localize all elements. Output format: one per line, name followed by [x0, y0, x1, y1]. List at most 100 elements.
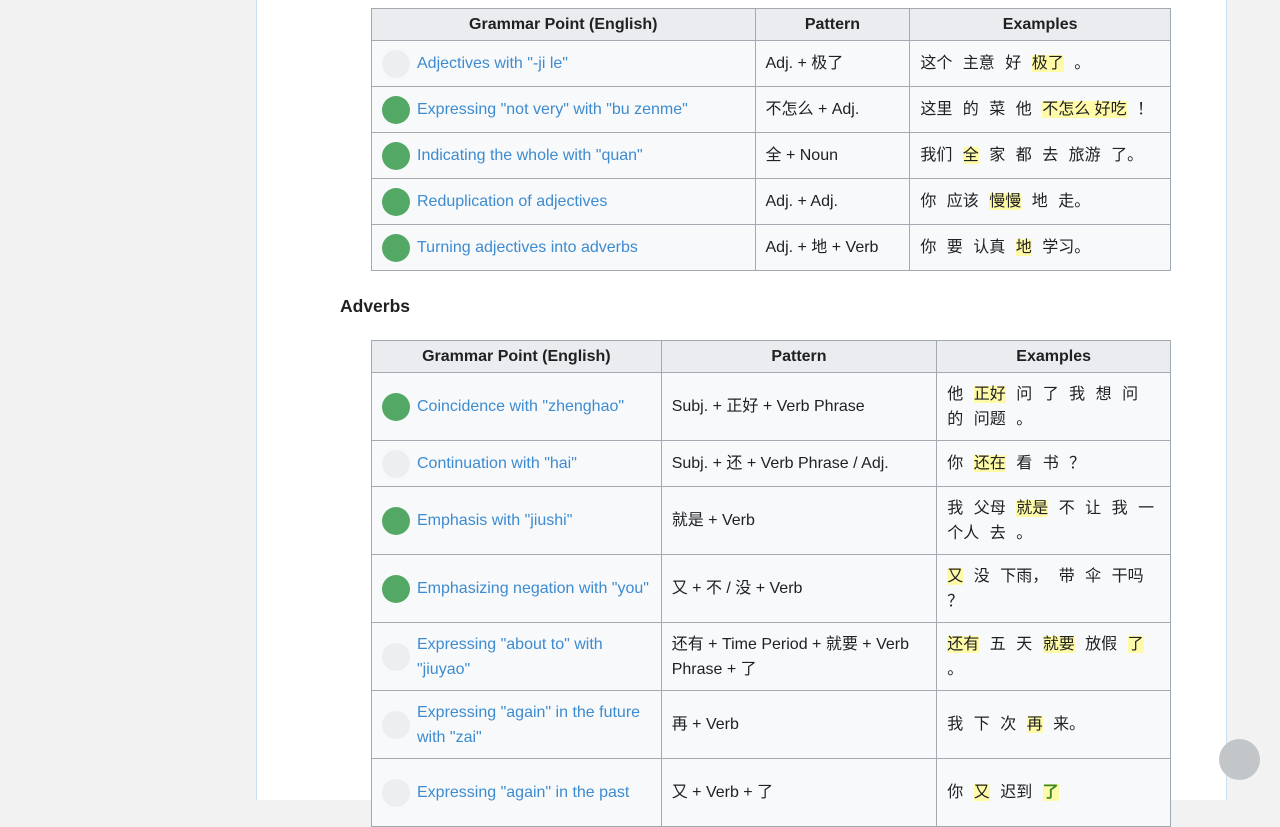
- grammar-point-link[interactable]: Emphasizing negation with "you": [417, 576, 649, 601]
- grammar-point-link[interactable]: Turning adjectives into adverbs: [417, 235, 638, 260]
- example-cell: 他 正好 问 了 我 想 问 的 问题 。: [936, 372, 1171, 441]
- example-word: ！: [1137, 101, 1154, 118]
- example-cell: 又 没 下雨， 带 伞 干吗 ？: [936, 554, 1171, 623]
- example-word: 。: [1016, 524, 1033, 542]
- grammar-point-link[interactable]: Indicating the whole with "quan": [417, 143, 643, 168]
- pattern-cell: Adj. + Adj.: [754, 178, 911, 225]
- grammar-point-cell: Indicating the whole with "quan": [371, 132, 756, 179]
- example-word: 他: [947, 385, 964, 403]
- example-word: 问: [1016, 385, 1033, 403]
- grammar-point-wrapper: Expressing "again" in the future with "z…: [382, 700, 651, 750]
- example-word: 你: [920, 193, 937, 210]
- pattern-cell: Adj. + 地 + Verb: [754, 224, 911, 271]
- header-pattern: Pattern: [754, 8, 911, 41]
- table-row: Adjectives with "-ji le" Adj. + 极了 这个 主意 好…: [371, 40, 1171, 87]
- example-word: ？: [947, 592, 964, 610]
- example-word: 地: [1031, 193, 1048, 210]
- example-word: 下雨，: [1000, 567, 1049, 585]
- example-word: 来。: [1053, 716, 1086, 733]
- example-word: 想: [1095, 385, 1112, 403]
- example-word: 要: [946, 239, 963, 256]
- grammar-point-link[interactable]: Adjectives with "-ji le": [417, 51, 568, 76]
- example-word: 伞: [1085, 567, 1102, 585]
- example-cell: 你 又 迟到 了: [936, 758, 1171, 827]
- grammar-point-cell: Continuation with "hai": [371, 440, 662, 487]
- example-word: 应该: [946, 193, 979, 210]
- grammar-point-link[interactable]: Expressing "again" in the future with "z…: [417, 700, 651, 750]
- incomplete-status-icon: [382, 449, 410, 478]
- table-row: Expressing "about to" with "jiuyao" 还有 + …: [371, 622, 1171, 691]
- example-word: 我: [947, 499, 964, 517]
- example-word: 我: [947, 716, 964, 733]
- table-header-row: Grammar Point (English) Pattern Examples: [371, 340, 1171, 373]
- highlighted-word: 就是: [1016, 499, 1049, 517]
- example-word: 他: [1015, 101, 1032, 118]
- grammar-point-link[interactable]: Coincidence with "zhenghao": [417, 394, 624, 419]
- completed-status-icon: [382, 506, 410, 535]
- example-word: 天: [1016, 635, 1033, 653]
- highlighted-word: 就要: [1042, 635, 1075, 653]
- pattern-cell: 不怎么 + Adj.: [754, 86, 911, 133]
- grammar-point-link[interactable]: Continuation with "hai": [417, 451, 577, 476]
- example-word: 。: [1074, 55, 1091, 72]
- example-word: 都: [1015, 147, 1032, 164]
- grammar-point-cell: Emphasizing negation with "you": [371, 554, 662, 623]
- pattern-cell: Subj. + 正好 + Verb Phrase: [660, 372, 938, 441]
- grammar-point-wrapper: Expressing "again" in the past: [382, 778, 651, 807]
- grammar-point-link[interactable]: Expressing "about to" with "jiuyao": [417, 632, 651, 682]
- grammar-point-cell: Expressing "not very" with "bu zenme": [371, 86, 756, 133]
- grammar-point-link[interactable]: Reduplication of adjectives: [417, 189, 607, 214]
- table-header-row: Grammar Point (English) Pattern Examples: [371, 8, 1171, 41]
- scroll-to-top-button[interactable]: [1219, 739, 1260, 780]
- grammar-point-link[interactable]: Expressing "not very" with "bu zenme": [417, 97, 688, 122]
- example-word: 家: [989, 147, 1006, 164]
- highlighted-word: 还有: [947, 635, 980, 653]
- example-word: 去: [1042, 147, 1059, 164]
- table-row: Expressing "again" in the past 又 + Verb +…: [371, 758, 1171, 827]
- section-heading-adverbs: Adverbs: [340, 296, 411, 316]
- highlighted-word: 极了: [1031, 55, 1064, 72]
- table-row: Emphasizing negation with "you" 又 + 不 / 没…: [371, 554, 1171, 623]
- example-word: 你: [947, 455, 964, 472]
- example-word: 去: [989, 524, 1006, 542]
- grammar-point-cell: Expressing "again" in the past: [371, 758, 662, 827]
- example-cell: 这里 的 菜 他 不怎么 好吃 ！: [909, 86, 1171, 133]
- grammar-point-wrapper: Expressing "not very" with "bu zenme": [382, 95, 745, 124]
- example-word: 五: [989, 635, 1006, 653]
- pattern-cell: 又 + 不 / 没 + Verb: [660, 554, 938, 623]
- grammar-point-wrapper: Expressing "about to" with "jiuyao": [382, 632, 651, 682]
- grammar-point-link[interactable]: Emphasis with "jiushi": [417, 508, 572, 533]
- example-word: 放假: [1085, 635, 1118, 653]
- example-word: 迟到: [1000, 784, 1033, 801]
- table-row: Expressing "not very" with "bu zenme" 不怎么…: [371, 86, 1171, 133]
- grammar-point-link[interactable]: Expressing "again" in the past: [417, 780, 629, 805]
- example-word: 这里: [920, 101, 953, 118]
- example-word: 看: [1016, 455, 1033, 472]
- example-word: 。: [1016, 410, 1033, 428]
- pattern-cell: 又 + Verb + 了: [660, 758, 938, 827]
- grammar-point-cell: Adjectives with "-ji le": [371, 40, 756, 87]
- example-word: 干吗: [1111, 567, 1144, 585]
- example-cell: 你 应该 慢慢 地 走。: [909, 178, 1171, 225]
- table-row: Expressing "again" in the future with "z…: [371, 690, 1171, 759]
- incomplete-status-icon: [382, 642, 410, 671]
- example-word: 了。: [1111, 147, 1144, 164]
- example-word: 我们: [920, 147, 953, 164]
- example-word: 了: [1042, 385, 1059, 403]
- example-word: 学习。: [1042, 239, 1091, 256]
- example-word: 书: [1042, 455, 1059, 472]
- table-row: Continuation with "hai" Subj. + 还 + Verb …: [371, 440, 1171, 487]
- grammar-point-wrapper: Continuation with "hai": [382, 449, 651, 478]
- example-word: 下: [973, 716, 990, 733]
- example-word: 好: [1005, 55, 1022, 72]
- example-word: 你: [920, 239, 937, 256]
- grammar-point-cell: Turning adjectives into adverbs: [371, 224, 756, 271]
- highlighted-word: 还在: [973, 455, 1006, 472]
- example-word: 走。: [1058, 193, 1091, 210]
- completed-status-icon: [382, 574, 410, 603]
- grammar-point-wrapper: Adjectives with "-ji le": [382, 49, 745, 78]
- header-grammar-point: Grammar Point (English): [371, 8, 756, 41]
- example-cell: 你 要 认真 地 学习。: [909, 224, 1171, 271]
- header-grammar-point: Grammar Point (English): [371, 340, 662, 373]
- example-cell: 我们 全 家 都 去 旅游 了。: [909, 132, 1171, 179]
